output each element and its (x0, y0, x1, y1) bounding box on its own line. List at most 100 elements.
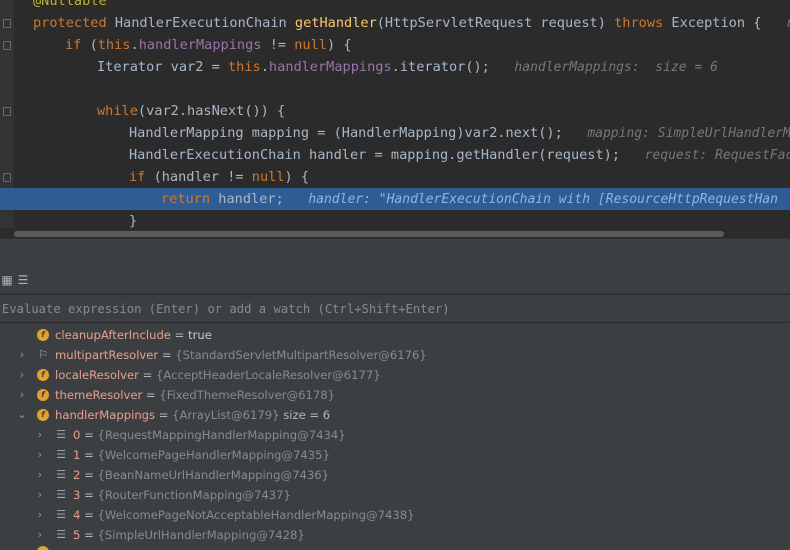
code-token: HandlerMapping mapping = (HandlerMapping… (129, 125, 588, 141)
list-element-icon: ☰ (56, 508, 66, 521)
code-token: != (269, 37, 295, 53)
code-line[interactable]: Iterator var2 = this.handlerMappings.ite… (0, 56, 790, 78)
variable-text: 3 = {RouterFunctionMapping@7437} (73, 485, 291, 505)
variables-tree: f cleanupAfterInclude = true › ⚐ multipartRe… (0, 323, 790, 550)
chevron-right-icon[interactable]: › (34, 505, 46, 525)
code-token: . (260, 59, 269, 75)
variable-name: multipartResolver (55, 348, 159, 362)
chevron-right-icon[interactable]: › (16, 365, 28, 385)
equals-sign: = (155, 408, 173, 422)
code-token: this (227, 59, 261, 75)
list-element-icon: ☰ (56, 448, 66, 461)
variable-row[interactable]: › ☰ 3 = {RouterFunctionMapping@7437} (0, 485, 790, 505)
code-token: .iterator(); (391, 59, 515, 75)
fold-marker-icon[interactable] (3, 41, 11, 50)
field-icon: f (37, 329, 49, 341)
variable-text: 2 = {BeanNameUrlHandlerMapping@7436} (73, 465, 329, 485)
evaluate-expression-input[interactable] (0, 295, 790, 323)
variable-value: {FixedThemeResolver@6178} (159, 388, 336, 402)
variable-size: size = 6 (279, 408, 331, 422)
code-token: if (65, 37, 90, 53)
variable-row[interactable]: › ☰ 0 = {RequestMappingHandlerMapping@7434… (0, 425, 790, 445)
code-token: (handler != (153, 169, 252, 185)
code-token: (HttpServletRequest request) (376, 15, 615, 31)
variable-value: true (188, 328, 212, 342)
code-editor[interactable]: @Nullable protected HandlerExecutionChain… (0, 0, 790, 238)
watch-settings-icon[interactable]: ☰ (16, 273, 30, 287)
variable-row[interactable]: › f localeResolver = {AcceptHeaderLocaleRe… (0, 365, 790, 385)
code-token: HandlerExecutionChain handler = mapping.… (129, 147, 645, 163)
code-token: HandlerExecutionChain (114, 15, 295, 31)
panel-divider[interactable] (0, 238, 790, 266)
variable-text: 1 = {WelcomePageHandlerMapping@7435} (73, 445, 330, 465)
list-element-icon: ☰ (56, 528, 66, 541)
equals-sign: = (80, 528, 98, 542)
variable-row[interactable]: › f themeResolver = {FixedThemeResolver@61… (0, 385, 790, 405)
code-token: this (97, 37, 131, 53)
variable-value: {ArrayList@6179} (172, 408, 280, 422)
list-element-icon: ☰ (56, 488, 66, 501)
equals-sign: = (138, 368, 157, 382)
chevron-right-icon[interactable]: › (34, 445, 46, 465)
variable-value: {WelcomePageHandlerMapping@7435} (97, 448, 330, 462)
code-token: (var2.hasNext()) { (137, 103, 286, 119)
variable-value: {BeanNameUrlHandlerMapping@7436} (97, 468, 329, 482)
inline-debug-value: request: RequestFac (644, 148, 790, 163)
variable-row[interactable]: › ⚐ multipartResolver = {StandardServletMu… (0, 345, 790, 365)
chevron-right-icon[interactable]: › (16, 345, 28, 365)
horizontal-scrollbar[interactable] (14, 231, 724, 237)
code-line[interactable]: HandlerExecutionChain handler = mapping.… (0, 144, 790, 166)
chevron-right-icon[interactable]: › (34, 425, 46, 445)
code-line[interactable]: @Nullable (0, 0, 790, 12)
variable-text: 4 = {WelcomePageNotAcceptableHandlerMapp… (73, 505, 414, 525)
code-token: Exception { (671, 15, 786, 31)
field-icon: f (37, 389, 49, 401)
variable-text: 5 = {SimpleUrlHandlerMapping@7428} (73, 525, 305, 545)
variable-text: 0 = {RequestMappingHandlerMapping@7434} (73, 425, 346, 445)
equals-sign: = (142, 388, 160, 402)
code-token: . (130, 37, 139, 53)
code-token: null (294, 37, 327, 53)
variable-value: {SimpleUrlHandlerMapping@7428} (97, 528, 305, 542)
variable-row[interactable]: › ☰ 4 = {WelcomePageNotAcceptableHandlerMa… (0, 505, 790, 525)
interface-field-icon: ⚐ (38, 348, 48, 361)
debug-grid-icon[interactable]: ▦ (0, 273, 14, 287)
inline-debug-value: handlerMappings: size = 6 (514, 60, 718, 75)
variable-row[interactable]: f cleanupAfterInclude = true (0, 325, 790, 345)
code-token: handler; (218, 191, 309, 207)
code-token: getHandler (294, 15, 377, 31)
chevron-down-icon[interactable]: ⌄ (16, 405, 28, 425)
code-line[interactable]: if (this.handlerMappings != null) { (0, 34, 790, 56)
code-line[interactable] (0, 78, 790, 100)
code-token: if (129, 169, 154, 185)
variable-name: handlerMappings (55, 408, 156, 422)
variable-text: multipartResolver = {StandardServletMult… (55, 345, 427, 365)
variable-row[interactable]: › ☰ 2 = {BeanNameUrlHandlerMapping@7436} (0, 465, 790, 485)
fold-marker-icon[interactable] (3, 19, 11, 28)
variable-text: handlerMappings = {ArrayList@6179} size … (55, 405, 330, 425)
equals-sign: = (158, 348, 176, 362)
code-line[interactable]: if (handler != null) { (0, 166, 790, 188)
variable-row[interactable]: ⌄ f handlerMappings = {ArrayList@6179} siz… (0, 405, 790, 425)
code-line[interactable]: protected HandlerExecutionChain getHandl… (0, 12, 790, 34)
code-token: ( (89, 37, 98, 53)
chevron-right-icon[interactable]: › (16, 385, 28, 405)
variable-row[interactable]: › ☰ 1 = {WelcomePageHandlerMapping@7435} (0, 445, 790, 465)
chevron-right-icon[interactable]: › (34, 525, 46, 545)
fold-marker-icon[interactable] (3, 107, 11, 116)
fold-marker-icon[interactable] (3, 173, 11, 182)
code-token: return (161, 191, 219, 207)
equals-sign: = (80, 448, 98, 462)
code-line[interactable]: HandlerMapping mapping = (HandlerMapping… (0, 122, 790, 144)
current-execution-line[interactable]: return handler; handler: "HandlerExecuti… (0, 188, 790, 210)
chevron-right-icon[interactable]: › (34, 465, 46, 485)
code-token: } (129, 213, 138, 229)
field-icon: f (37, 409, 49, 421)
variable-value: {RequestMappingHandlerMapping@7434} (97, 428, 346, 442)
inline-debug-value: re (786, 16, 790, 31)
variable-row[interactable]: › ☰ 5 = {SimpleUrlHandlerMapping@7428} (0, 525, 790, 545)
variable-name: cleanupAfterInclude (55, 328, 171, 342)
evaluate-expression-bar (0, 295, 790, 323)
chevron-right-icon[interactable]: › (34, 485, 46, 505)
code-line[interactable]: while(var2.hasNext()) { (0, 100, 790, 122)
